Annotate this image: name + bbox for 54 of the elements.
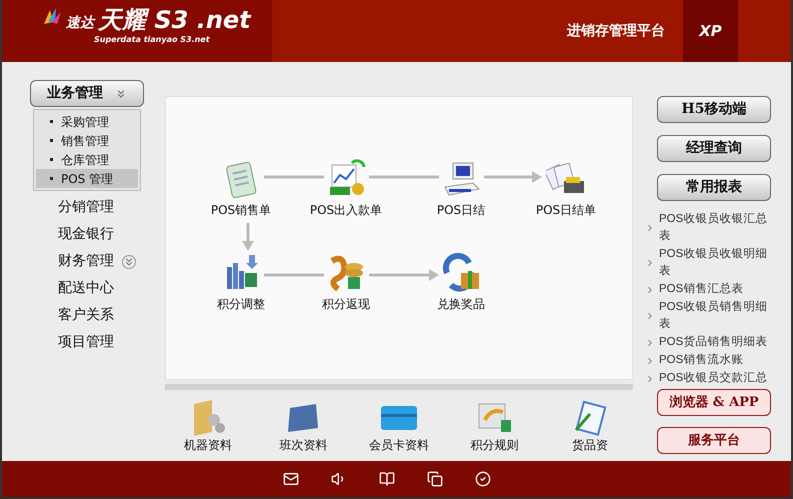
- bullet-icon: [50, 158, 53, 161]
- brand-small: 速达: [66, 14, 94, 33]
- report-link[interactable]: POS货品销售明细表: [659, 334, 768, 351]
- bullet-icon: [50, 177, 53, 180]
- nav-item[interactable]: 现金银行: [58, 224, 114, 245]
- nav-item[interactable]: 分销管理: [58, 197, 114, 218]
- mail-icon[interactable]: [282, 471, 298, 487]
- report-link[interactable]: POS收银员收银汇总表: [659, 211, 773, 245]
- report-link[interactable]: POS销售流水账: [659, 352, 744, 369]
- nav-item[interactable]: 财务管理: [58, 251, 114, 272]
- book-icon[interactable]: [378, 471, 394, 487]
- report-link[interactable]: POS收银员销售明细表: [659, 299, 773, 333]
- submenu-item[interactable]: 仓库管理: [36, 150, 138, 169]
- refresh-gift-icon: [441, 253, 481, 293]
- edition-label: XP: [699, 20, 722, 42]
- platform-title: 进销存管理平台: [567, 22, 665, 40]
- submenu-item[interactable]: 销售管理: [36, 131, 138, 150]
- shortcut-label[interactable]: 积分规则: [470, 436, 518, 454]
- down-arrow: [242, 223, 254, 251]
- portal-button[interactable]: 浏览器 & APP: [657, 389, 771, 416]
- portal-button[interactable]: 服务平台: [657, 427, 771, 454]
- connector-arrow: [369, 269, 439, 281]
- report-link[interactable]: POS收银员交款汇总: [659, 370, 768, 387]
- shortcut-label[interactable]: 班次资料: [280, 436, 328, 454]
- flow-node-label[interactable]: POS出入款单: [310, 201, 382, 219]
- quick-button[interactable]: 常用报表: [657, 174, 771, 201]
- connector-arrow: [484, 171, 542, 183]
- bullet-icon: [50, 120, 53, 123]
- brand-subtitle: Superdata tianyao S3.net: [94, 34, 211, 46]
- flow-node-label[interactable]: POS日结: [436, 201, 486, 219]
- menu-dropdown-button[interactable]: 业务管理: [30, 80, 144, 107]
- flow-node-label[interactable]: 积分返现: [322, 295, 370, 313]
- flow-node-label[interactable]: POS销售单: [210, 201, 272, 219]
- quick-button[interactable]: H5移动端: [657, 96, 771, 123]
- shortcut-label[interactable]: 会员卡资料: [369, 436, 429, 454]
- shortcut-label[interactable]: 货品资: [572, 436, 608, 454]
- flow-node-label[interactable]: POS日结单: [536, 201, 596, 219]
- nav-item[interactable]: 客户关系: [58, 305, 114, 326]
- shortcut-label[interactable]: 机器资料: [184, 436, 232, 454]
- bullet-icon: [50, 139, 53, 142]
- flow-node-label[interactable]: 兑换奖品: [437, 295, 485, 313]
- check-circle-icon[interactable]: [474, 471, 490, 487]
- nav-item[interactable]: 配送中心: [58, 278, 114, 299]
- brand-title: 天耀 S3 .net: [98, 6, 251, 34]
- flow-node-label[interactable]: 积分调整: [217, 295, 265, 313]
- double-chevron-icon: [115, 88, 127, 100]
- expand-icon[interactable]: [122, 254, 136, 268]
- nav-item[interactable]: 项目管理: [58, 332, 114, 353]
- submenu-item[interactable]: POS 管理: [36, 169, 138, 188]
- report-link[interactable]: POS收银员收银明细表: [659, 246, 773, 280]
- report-link[interactable]: POS销售汇总表: [659, 281, 744, 298]
- copy-icon[interactable]: [426, 471, 442, 487]
- submenu-item[interactable]: 采购管理: [36, 112, 138, 131]
- quick-button[interactable]: 经理查询: [657, 135, 771, 162]
